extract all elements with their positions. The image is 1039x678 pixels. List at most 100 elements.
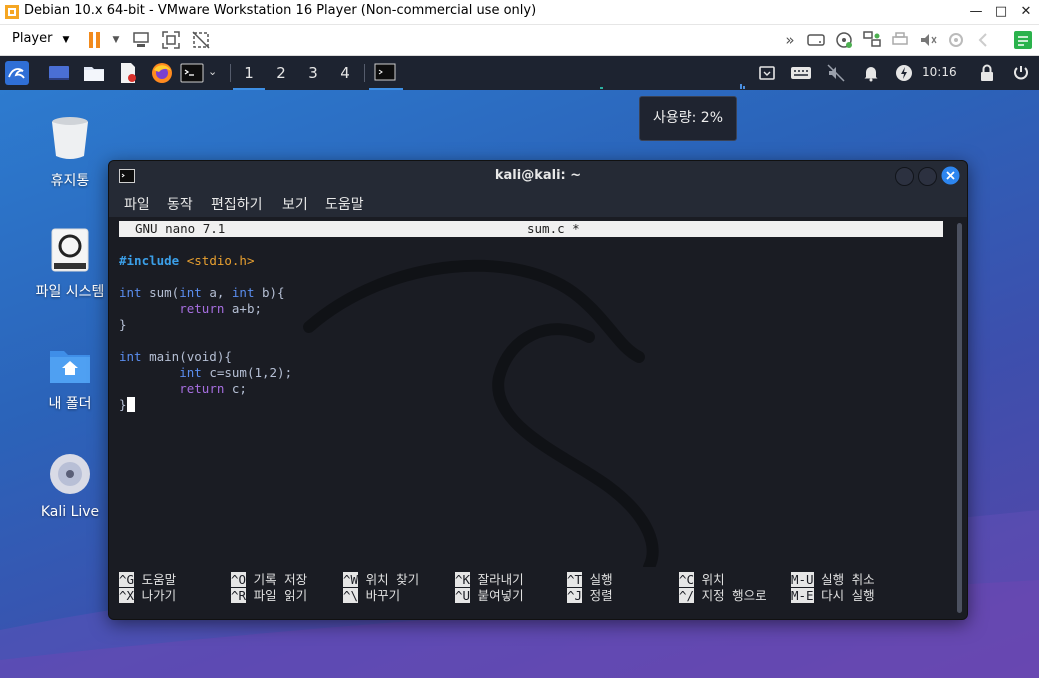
code-line-include: #include <stdio.h> [119,253,255,268]
pause-dropdown-icon[interactable]: ▼ [106,30,126,50]
clipboard-icon[interactable] [757,63,777,83]
terminal-scrollbar[interactable] [957,223,962,613]
panel-separator [230,64,231,82]
shortcut-cut: ^K 잘라내기 [455,572,524,587]
menu-view[interactable]: 보기 [282,194,308,214]
terminal-launcher-icon[interactable] [180,61,204,85]
shortcut-read-file: ^R 파일 읽기 [231,588,308,603]
code-line-return-sum: return a+b; [179,301,263,316]
terminal-dropdown-icon[interactable]: ⌄ [208,65,217,78]
desktop-item-label: 휴지통 [50,173,90,189]
show-desktop-icon[interactable] [47,61,71,85]
fullscreen-icon[interactable] [161,30,181,50]
menu-file[interactable]: 파일 [124,194,150,214]
code-line-return-c: return c; [179,381,247,396]
code-line-main-signature: int main(void){ [119,349,232,364]
shortcut-go-to-line: ^/ 지정 행으로 [679,588,767,603]
nano-header-bar: GNU nano 7.1 sum.c * [119,221,943,237]
kali-top-panel: ⌄ 1 2 3 4 10:16 [0,56,1039,90]
taskbar-terminal-window[interactable] [369,56,403,90]
shortcut-replace: ^\ 바꾸기 [343,588,401,603]
text-editor-icon[interactable] [116,61,140,85]
logout-icon[interactable] [1011,63,1031,83]
kali-menu-icon[interactable] [5,61,29,85]
trash-icon [52,117,88,159]
shortcut-exit: ^X 나가기 [119,588,177,603]
shortcut-paste: ^U 붙여넣기 [455,588,524,603]
cd-drive-icon[interactable] [834,30,854,50]
workspace-3[interactable]: 3 [297,56,329,90]
network-adapter-icon[interactable] [862,30,882,50]
hard-disk-icon[interactable] [806,30,826,50]
terminal-close-button[interactable] [941,166,960,185]
send-ctrl-alt-del-icon[interactable] [131,30,151,50]
shortcut-redo: M-E 다시 실행 [791,588,875,603]
shortcut-justify: ^J 정렬 [567,588,613,603]
desktop-item-label: 내 폴더 [48,396,92,412]
desktop-item-label: 파일 시스템 [35,284,105,300]
firefox-icon[interactable] [150,61,174,85]
panel-clock[interactable]: 10:16 [922,65,957,79]
pause-icon[interactable] [88,30,102,50]
disc-icon [50,454,90,494]
desktop-item-home[interactable]: 내 폴더 [25,345,115,413]
desktop-item-label: Kali Live [40,504,100,520]
terminal-window[interactable]: kali@kali: ~ 파일 동작 편집하기 보기 도움말 GNU nano … [108,160,968,620]
vmware-title-bar: Debian 10.x 64-bit - VMware Workstation … [0,0,1039,25]
code-line-int-c: int c=sum(1,2); [179,365,293,380]
unity-mode-icon[interactable] [191,30,211,50]
power-manager-icon[interactable] [894,63,914,83]
home-folder-icon [50,351,90,383]
terminal-window-icon [374,63,396,81]
menu-actions[interactable]: 동작 [167,194,193,214]
minimize-button[interactable]: — [963,2,989,22]
player-label: Player [12,31,53,46]
notifications-bell-icon[interactable] [861,63,881,83]
shortcut-execute: ^T 실행 [567,572,613,587]
file-manager-icon[interactable] [82,61,106,85]
lock-screen-icon[interactable] [977,63,997,83]
terminal-menubar: 파일 동작 편집하기 보기 도움말 [109,191,967,217]
desktop-item-kali-live[interactable]: Kali Live [25,452,115,520]
terminal-titlebar[interactable]: kali@kali: ~ [109,161,967,191]
settings-icon[interactable] [946,30,966,50]
fast-forward-icon[interactable]: » [780,30,800,50]
back-icon[interactable] [974,30,994,50]
volume-muted-icon[interactable] [826,63,846,83]
nano-version: GNU nano 7.1 [135,221,226,236]
text-cursor [126,397,135,412]
maximize-button[interactable]: □ [988,2,1014,22]
player-menu[interactable]: Player ▼ [12,31,69,46]
kali-dragon-watermark [303,259,659,567]
drive-icon [51,228,89,272]
shortcut-undo: M-U 실행 취소 [791,572,875,587]
workspace-4[interactable]: 4 [329,56,361,90]
terminal-body[interactable]: GNU nano 7.1 sum.c * #include <stdio.h> … [109,217,967,619]
code-line-final-brace: } [119,397,135,413]
terminal-title: kali@kali: ~ [494,168,582,183]
vmware-toolbar: Player ▼ ▼ » [0,25,1039,56]
notes-icon[interactable] [1012,29,1034,51]
chevron-down-icon: ▼ [62,35,70,45]
desktop-item-filesystem[interactable]: 파일 시스템 [25,227,115,301]
code-line-sum-signature: int sum(int a, int b){ [119,285,285,300]
workspace-2[interactable]: 2 [265,56,297,90]
shortcut-help: ^G 도움말 [119,572,177,587]
desktop-item-trash[interactable]: 휴지통 [25,114,115,190]
keyboard-icon[interactable] [790,63,812,83]
printer-icon[interactable] [890,30,910,50]
shortcut-where-is: ^W 위치 찾기 [343,572,420,587]
close-button[interactable]: ✕ [1013,2,1039,22]
terminal-minimize-button[interactable] [895,167,914,186]
code-line-close-brace: } [119,317,127,332]
menu-help[interactable]: 도움말 [325,194,364,214]
terminal-maximize-button[interactable] [918,167,937,186]
menu-edit[interactable]: 편집하기 [211,194,263,214]
nano-filename: sum.c * [527,221,580,236]
cpu-usage-tooltip: 사용량: 2% [639,96,737,141]
shortcut-write-out: ^O 기록 저장 [231,572,308,587]
sound-card-icon[interactable] [918,30,938,50]
panel-separator [364,64,365,82]
workspace-1[interactable]: 1 [233,56,265,90]
shortcut-location: ^C 위치 [679,572,725,587]
